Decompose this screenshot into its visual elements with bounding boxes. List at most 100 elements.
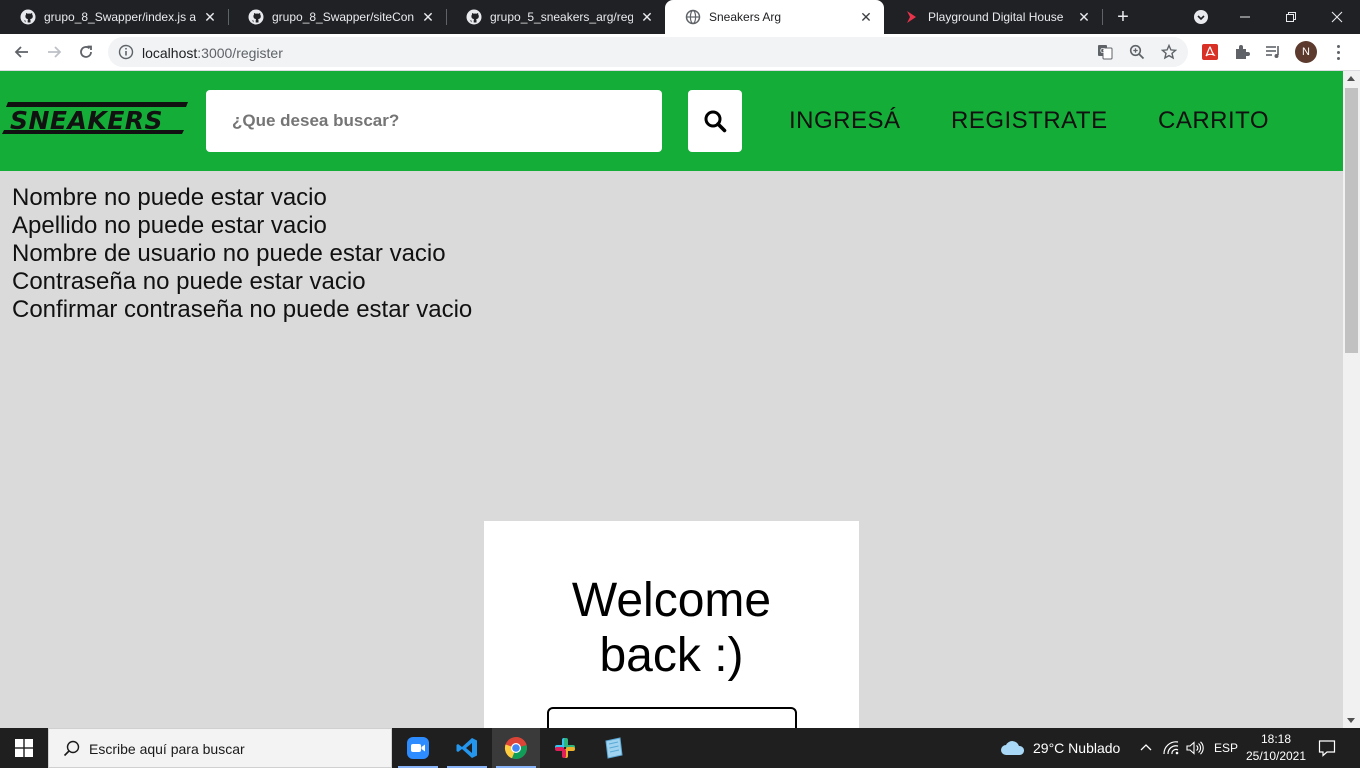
show-hidden-icons-button[interactable] (1139, 728, 1153, 768)
url-path: :3000/register (197, 45, 283, 61)
svg-text:SNEAKERS: SNEAKERS (10, 106, 163, 135)
close-tab-icon[interactable]: ✕ (1076, 9, 1092, 25)
vscode-app-icon[interactable] (443, 728, 491, 768)
card-title: Welcome back :) (484, 573, 859, 683)
translate-icon[interactable]: G (1096, 43, 1114, 61)
form-input-field[interactable] (547, 707, 797, 728)
reload-icon (80, 45, 92, 58)
search-icon (63, 740, 81, 763)
close-tab-icon[interactable]: ✕ (202, 9, 218, 25)
tab-search-button[interactable] (1178, 0, 1224, 34)
forward-button[interactable] (40, 38, 68, 66)
zoom-app-icon[interactable] (394, 728, 442, 768)
reload-button[interactable] (72, 38, 100, 66)
arrow-right-icon (48, 46, 62, 58)
network-icon[interactable] (1163, 728, 1179, 768)
svg-text:G: G (1100, 47, 1105, 55)
scroll-down-arrow-icon[interactable] (1347, 718, 1355, 723)
search-icon (704, 110, 727, 133)
github-icon (20, 9, 36, 25)
globe-icon (685, 9, 701, 25)
weather-text: 29°C Nublado (1033, 740, 1121, 756)
register-card: Welcome back :) (484, 521, 859, 728)
address-bar[interactable]: localhost:3000/register G (108, 37, 1188, 67)
tab-github-sitecontroller[interactable]: grupo_8_Swapper/siteContro ✕ (228, 0, 446, 34)
close-icon (1331, 11, 1343, 23)
profile-avatar[interactable]: N (1295, 41, 1317, 63)
volume-icon[interactable] (1186, 728, 1204, 768)
error-message: Nombre no puede estar vacio (12, 184, 327, 211)
validation-errors: Nombre no puede estar vacio Apellido no … (12, 184, 472, 324)
scroll-up-arrow-icon[interactable] (1347, 76, 1355, 81)
taskbar-clock[interactable]: 18:18 25/10/2021 (1240, 731, 1312, 765)
info-icon[interactable] (118, 44, 134, 65)
github-icon (466, 9, 482, 25)
cloud-icon (1001, 741, 1025, 755)
slack-app-icon[interactable] (541, 728, 589, 768)
browser-toolbar: localhost:3000/register G N (0, 34, 1360, 71)
language-indicator[interactable]: ESP (1214, 728, 1238, 768)
nav-login-link[interactable]: INGRESÁ (789, 107, 901, 135)
card-title-line: back :) (599, 629, 744, 682)
new-tab-button[interactable]: + (1112, 6, 1134, 28)
clock-date: 25/10/2021 (1245, 749, 1307, 763)
tab-playground[interactable]: Playground Digital House ✕ (884, 0, 1102, 34)
error-message: Nombre de usuario no puede estar vacio (12, 240, 446, 267)
back-button[interactable] (8, 38, 36, 66)
zoom-icon[interactable] (1128, 43, 1146, 61)
tab-title: Sneakers Arg (709, 10, 782, 24)
minimize-button[interactable] (1222, 0, 1268, 34)
error-message: Contraseña no puede estar vacio (12, 268, 366, 295)
taskbar-search-box[interactable]: Escribe aquí para buscar (48, 728, 392, 768)
media-control-icon[interactable] (1263, 42, 1283, 62)
notes-app-icon[interactable] (590, 728, 638, 768)
close-tab-icon[interactable]: ✕ (858, 9, 874, 25)
chevron-down-icon (1194, 10, 1208, 24)
tab-title: grupo_8_Swapper/siteContro (272, 10, 414, 24)
digital-house-icon (904, 9, 920, 25)
browser-tab-strip: grupo_8_Swapper/index.js at ✕ grupo_8_Sw… (0, 0, 1360, 34)
tab-github-register[interactable]: grupo_5_sneakers_arg/regist ✕ (446, 0, 665, 34)
card-title-line: Welcome (571, 574, 772, 627)
minimize-icon (1240, 16, 1250, 18)
tab-sneakers-arg[interactable]: Sneakers Arg ✕ (665, 0, 884, 34)
bookmark-star-icon[interactable] (1160, 43, 1178, 61)
chrome-app-icon[interactable] (492, 728, 540, 768)
browser-menu-icon[interactable] (1330, 42, 1346, 62)
close-window-button[interactable] (1314, 0, 1360, 34)
clock-time: 18:18 (1260, 732, 1292, 746)
tab-divider (1102, 9, 1103, 25)
page-viewport: SNEAKERS INGRESÁ REGISTRATE CARRITO Nomb… (0, 71, 1343, 728)
error-message: Confirmar contraseña no puede estar vaci… (12, 296, 473, 323)
chevron-up-icon (1140, 744, 1152, 751)
notification-icon (1318, 740, 1336, 757)
restore-button[interactable] (1268, 0, 1314, 34)
arrow-left-icon (14, 46, 28, 58)
restore-icon (1286, 12, 1296, 22)
start-button[interactable] (0, 728, 48, 768)
tab-title: Playground Digital House (928, 10, 1064, 24)
pdf-extension-icon[interactable] (1200, 42, 1220, 62)
tab-github-index[interactable]: grupo_8_Swapper/index.js at ✕ (0, 0, 228, 34)
search-button[interactable] (688, 90, 742, 152)
url-host: localhost (142, 45, 198, 61)
notification-center-button[interactable] (1318, 728, 1336, 768)
search-input[interactable] (206, 90, 662, 152)
taskbar-search-placeholder: Escribe aquí para buscar (89, 741, 245, 757)
weather-widget[interactable]: 29°C Nublado (1000, 728, 1120, 768)
nav-cart-link[interactable]: CARRITO (1158, 107, 1269, 135)
windows-logo-icon (15, 739, 33, 757)
extensions-puzzle-icon[interactable] (1232, 42, 1252, 62)
scrollbar-thumb[interactable] (1345, 88, 1358, 353)
close-tab-icon[interactable]: ✕ (420, 9, 436, 25)
close-tab-icon[interactable]: ✕ (639, 9, 655, 25)
windows-taskbar: Escribe aquí para buscar 29°C Nublado ES… (0, 728, 1360, 768)
github-icon (248, 9, 264, 25)
tab-title: grupo_5_sneakers_arg/regist (490, 10, 633, 24)
nav-register-link[interactable]: REGISTRATE (951, 107, 1108, 135)
url-text[interactable]: localhost:3000/register (142, 45, 283, 61)
sneakers-logo[interactable]: SNEAKERS (2, 100, 188, 136)
page-scrollbar[interactable] (1343, 71, 1360, 728)
error-message: Apellido no puede estar vacio (12, 212, 327, 239)
tab-title: grupo_8_Swapper/index.js at (44, 10, 196, 24)
